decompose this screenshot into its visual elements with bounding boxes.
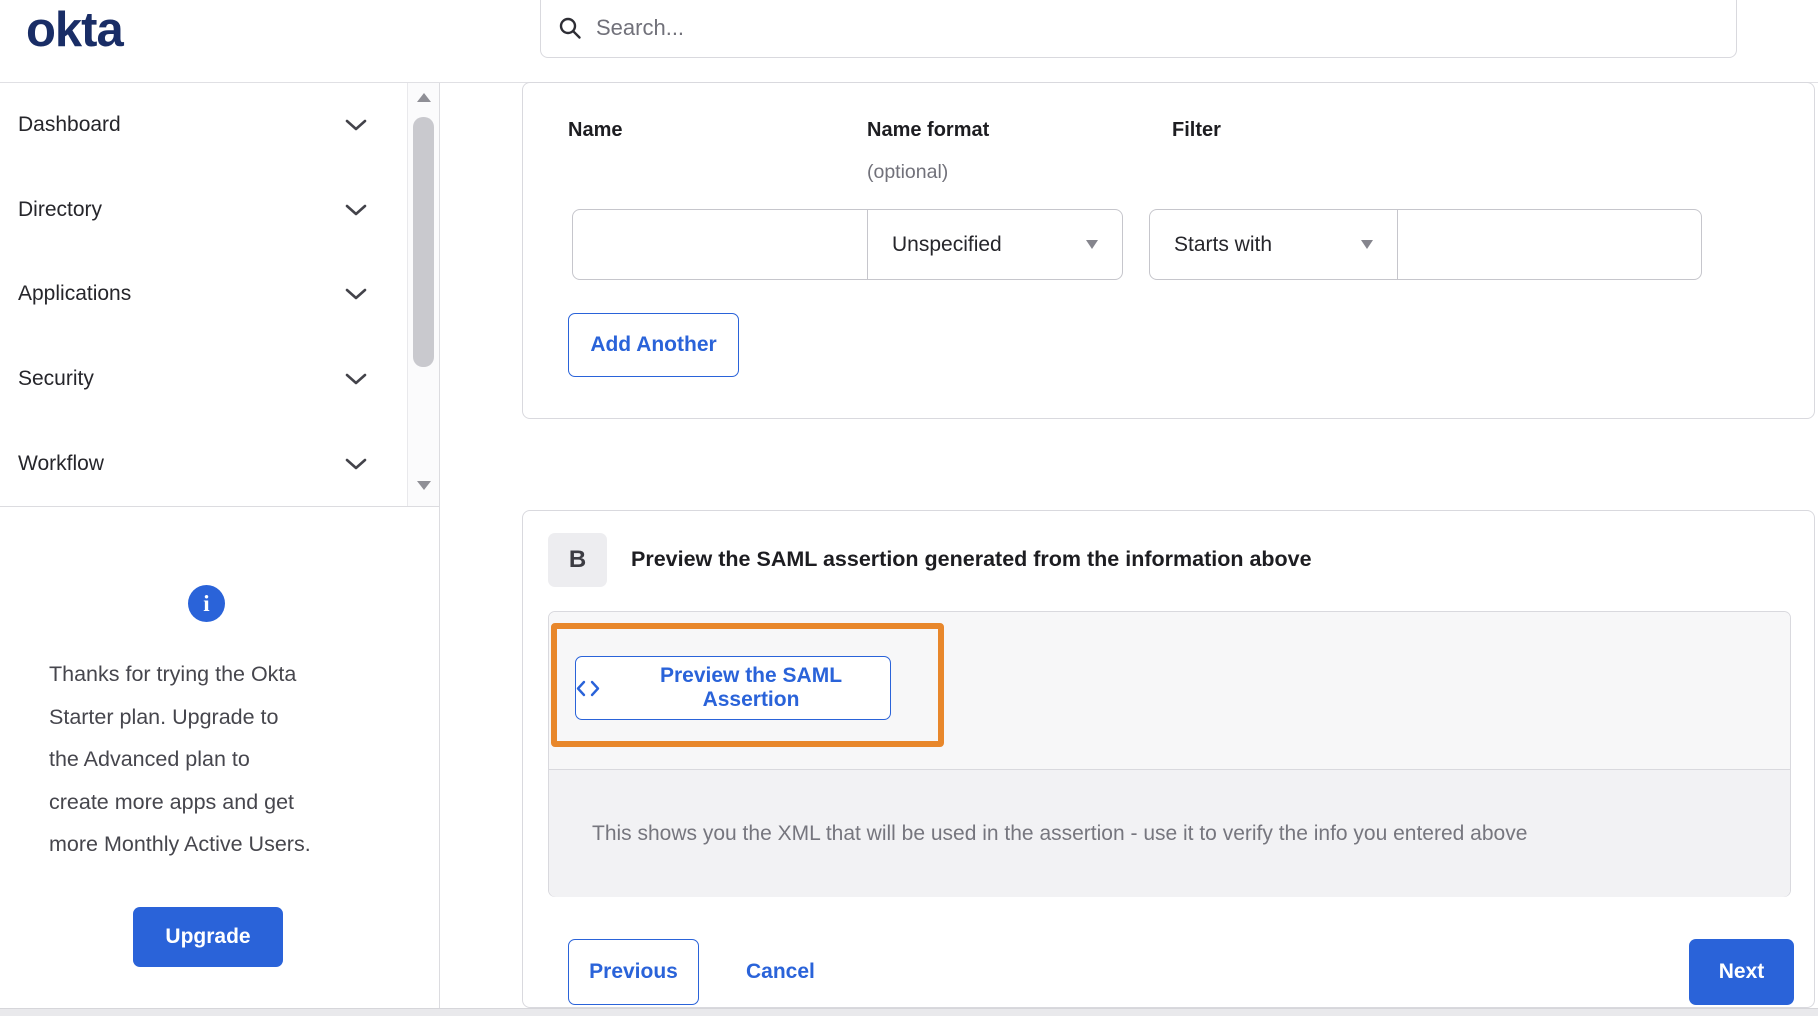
name-format-select[interactable]: Unspecified [867, 209, 1123, 280]
okta-logo: okta [26, 3, 124, 57]
sidebar-item-workflow[interactable]: Workflow [0, 421, 439, 506]
name-format-column-label: Name format [867, 119, 990, 141]
next-button[interactable]: Next [1689, 939, 1794, 1005]
dropdown-caret-icon [1361, 240, 1373, 249]
upgrade-button[interactable]: Upgrade [133, 907, 283, 967]
sidebar-nav: Dashboard Directory Applications Securit… [0, 83, 440, 507]
info-icon: i [188, 585, 225, 622]
previous-button[interactable]: Previous [568, 939, 699, 1005]
scroll-down-icon[interactable] [416, 481, 431, 490]
preview-saml-assertion-button[interactable]: Preview the SAML Assertion [575, 656, 891, 720]
chevron-down-icon [345, 289, 367, 300]
attribute-statements-card: Name Name format (optional) Filter Unspe… [522, 82, 1815, 419]
sidebar-item-directory[interactable]: Directory [0, 168, 439, 253]
step-b-badge: B [548, 533, 607, 587]
search-icon [559, 17, 581, 39]
sidebar-scrollbar[interactable] [407, 83, 439, 506]
chevron-down-icon [345, 373, 367, 385]
filter-type-select[interactable]: Starts with [1149, 209, 1398, 280]
preview-button-zone: Preview the SAML Assertion [549, 612, 1790, 770]
filter-column-label: Filter [1172, 119, 1221, 141]
chevron-down-icon [345, 204, 367, 216]
upgrade-message: Thanks for trying the Okta Starter plan.… [49, 662, 311, 856]
search-bar [540, 0, 1737, 58]
preview-section-title: Preview the SAML assertion generated fro… [631, 547, 1312, 571]
preview-help-text: This shows you the XML that will be used… [592, 821, 1528, 845]
preview-saml-card: B Preview the SAML assertion generated f… [522, 510, 1815, 1008]
okta-admin-console: okta Dashboard Directory Applications Se… [0, 0, 1818, 1016]
sidebar-item-security[interactable]: Security [0, 337, 439, 422]
name-column-label: Name [568, 119, 623, 141]
optional-hint: (optional) [867, 161, 949, 183]
sidebar-item-applications[interactable]: Applications [0, 252, 439, 337]
dropdown-caret-icon [1086, 240, 1098, 249]
search-input[interactable] [596, 15, 1596, 41]
scrollbar-thumb[interactable] [413, 117, 434, 367]
scroll-up-icon[interactable] [416, 93, 431, 102]
add-another-button[interactable]: Add Another [568, 313, 739, 377]
cancel-link[interactable]: Cancel [746, 939, 815, 1005]
preview-help-zone: This shows you the XML that will be used… [549, 770, 1790, 897]
chevron-down-icon [345, 119, 367, 131]
preview-fieldset: Preview the SAML Assertion This shows yo… [548, 611, 1791, 897]
sidebar-item-dashboard[interactable]: Dashboard [0, 83, 439, 168]
window-bottom-strip [0, 1008, 1818, 1016]
code-icon [576, 680, 600, 696]
upgrade-panel: i Thanks for trying the Okta Starter pla… [0, 507, 440, 1016]
filter-value-input[interactable] [1397, 209, 1702, 280]
attribute-name-input[interactable] [572, 209, 868, 280]
chevron-down-icon [345, 458, 367, 469]
